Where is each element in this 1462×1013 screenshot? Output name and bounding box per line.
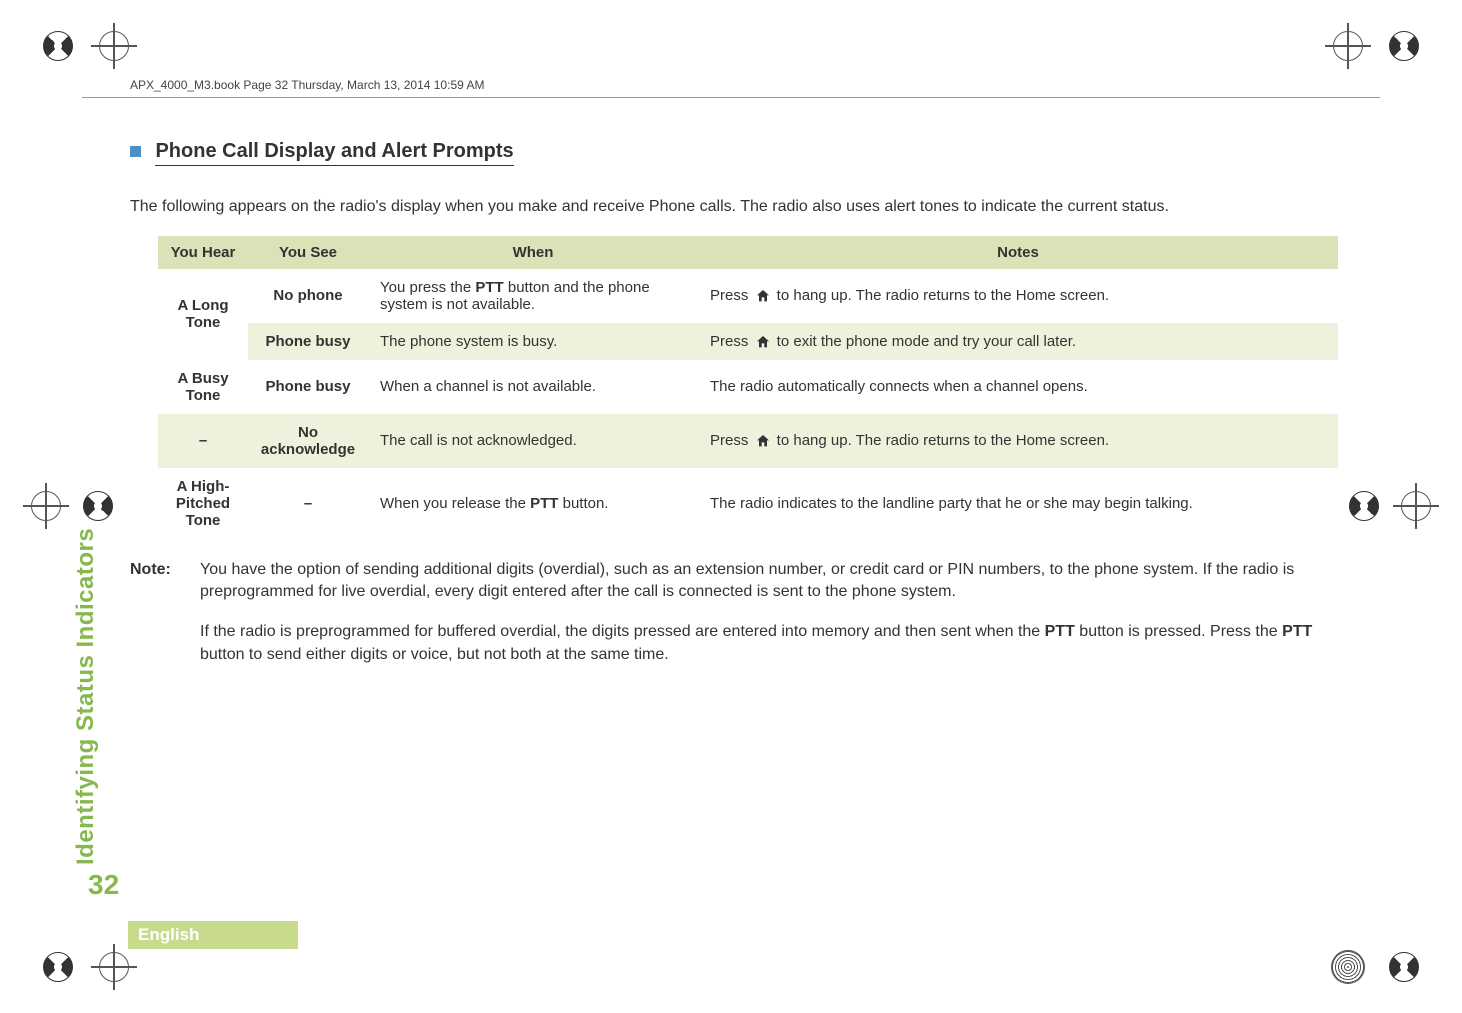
th-you-hear: You Hear xyxy=(158,236,248,269)
cell-you-see: No acknowledge xyxy=(248,414,368,468)
section-title: Phone Call Display and Alert Prompts xyxy=(155,140,513,166)
cell-you-hear: A Busy Tone xyxy=(158,360,248,414)
cell-notes: Press to exit the phone mode and try you… xyxy=(698,323,1338,360)
registration-mark xyxy=(1320,939,1376,995)
cell-when: When a channel is not available. xyxy=(368,360,698,414)
note-p2-seg-a: If the radio is preprogrammed for buffer… xyxy=(200,623,1045,640)
registration-mark xyxy=(1320,18,1376,74)
table-row: A Long ToneNo phoneYou press the PTT but… xyxy=(158,269,1338,323)
cell-you-see: Phone busy xyxy=(248,360,368,414)
th-when: When xyxy=(368,236,698,269)
registration-mark xyxy=(1376,18,1432,74)
home-icon xyxy=(755,433,771,449)
registration-mark xyxy=(86,18,142,74)
phone-prompts-table: You Hear You See When Notes A Long ToneN… xyxy=(158,236,1338,539)
section-intro: The following appears on the radio's dis… xyxy=(130,196,1350,218)
table-row: A Busy TonePhone busyWhen a channel is n… xyxy=(158,360,1338,414)
header-rule xyxy=(82,97,1380,98)
cell-you-hear: A Long Tone xyxy=(158,269,248,360)
home-icon xyxy=(755,334,771,350)
side-tab-label: Identifying Status Indicators xyxy=(72,528,99,865)
cell-you-hear: A High-Pitched Tone xyxy=(158,468,248,539)
registration-mark xyxy=(30,939,86,995)
note-paragraph-2: If the radio is preprogrammed for buffer… xyxy=(200,621,1350,666)
section-bullet-icon xyxy=(130,146,141,157)
note-p2-seg-c: button is pressed. Press the xyxy=(1075,623,1282,640)
cell-when: You press the PTT button and the phone s… xyxy=(368,269,698,323)
language-label: English xyxy=(138,925,199,945)
note-p2-ptt-1: PTT xyxy=(1045,623,1075,640)
registration-mark xyxy=(1388,478,1444,534)
page-number: 32 xyxy=(88,869,119,901)
note-label: Note: xyxy=(130,559,200,685)
note-p2-seg-e: button to send either digits or voice, b… xyxy=(200,646,669,663)
section-heading-row: Phone Call Display and Alert Prompts xyxy=(130,140,1350,166)
registration-mark xyxy=(1376,939,1432,995)
note-p2-ptt-2: PTT xyxy=(1282,623,1312,640)
cell-when: The call is not acknowledged. xyxy=(368,414,698,468)
cell-when: When you release the PTT button. xyxy=(368,468,698,539)
cell-notes: Press to hang up. The radio returns to t… xyxy=(698,269,1338,323)
registration-mark xyxy=(18,478,74,534)
th-notes: Notes xyxy=(698,236,1338,269)
note-paragraph-1: You have the option of sending additiona… xyxy=(200,559,1350,604)
cell-you-see: Phone busy xyxy=(248,323,368,360)
note-body: You have the option of sending additiona… xyxy=(200,559,1350,685)
table-row: –No acknowledgeThe call is not acknowled… xyxy=(158,414,1338,468)
table-row: Phone busyThe phone system is busy.Press… xyxy=(158,323,1338,360)
cell-notes: Press to hang up. The radio returns to t… xyxy=(698,414,1338,468)
cell-you-hear: – xyxy=(158,414,248,468)
cell-notes: The radio indicates to the landline part… xyxy=(698,468,1338,539)
registration-mark xyxy=(70,478,126,534)
cell-when: The phone system is busy. xyxy=(368,323,698,360)
side-tab: Identifying Status Indicators xyxy=(72,528,100,865)
th-you-see: You See xyxy=(248,236,368,269)
cell-you-see: No phone xyxy=(248,269,368,323)
cell-you-see: – xyxy=(248,468,368,539)
cell-notes: The radio automatically connects when a … xyxy=(698,360,1338,414)
registration-mark xyxy=(30,18,86,74)
home-icon xyxy=(755,288,771,304)
table-row: A High-Pitched Tone–When you release the… xyxy=(158,468,1338,539)
running-head: APX_4000_M3.book Page 32 Thursday, March… xyxy=(130,78,484,92)
